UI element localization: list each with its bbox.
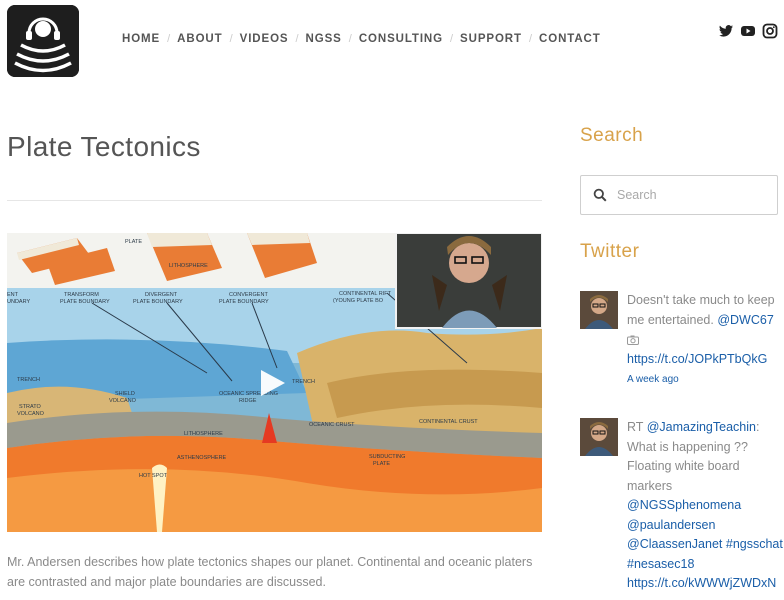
search-box[interactable]: [580, 175, 778, 215]
avatar[interactable]: [580, 418, 618, 456]
label-shield-2: VOLCANO: [109, 398, 137, 404]
nav-support[interactable]: SUPPORT: [460, 33, 522, 45]
tweet-tag[interactable]: @ClaassenJanet: [627, 537, 722, 551]
label-trench-left: TRENCH: [17, 377, 40, 383]
label-oceanic-crust: OCEANIC CRUST: [309, 422, 355, 428]
search-heading: Search: [580, 125, 644, 146]
nav-separator: /: [295, 33, 299, 45]
tweet-tag[interactable]: #ngsschat: [726, 537, 783, 551]
label-shield: SHIELD: [115, 391, 135, 397]
nav-separator: /: [167, 33, 171, 45]
label-ent: ENT: [7, 292, 19, 298]
label-transform-2: PLATE BOUNDARY: [60, 299, 110, 305]
label-convergent: CONVERGENT: [229, 292, 268, 298]
nav-consulting[interactable]: CONSULTING: [359, 33, 443, 45]
post-description: Mr. Andersen describes how plate tectoni…: [7, 555, 533, 589]
youtube-icon[interactable]: [740, 23, 756, 39]
tweet-mention[interactable]: @DWC67: [717, 313, 773, 327]
label-trench-right: TRENCH: [292, 379, 315, 385]
tweet-link[interactable]: https://t.co/kWWWjZWDxN: [627, 576, 776, 590]
tweet-tag[interactable]: @paulandersen: [627, 518, 715, 532]
headphones-logo-icon: [7, 5, 79, 77]
tweet-body: RT @JamazingTeachin: What is happening ?…: [627, 418, 784, 594]
label-lithosphere-top: LITHOSPHERE: [169, 263, 208, 269]
label-lithosphere: LITHOSPHERE: [184, 431, 223, 437]
tweet-link[interactable]: https://t.co/JOPkPTbQkG: [627, 352, 767, 366]
instagram-icon[interactable]: [762, 23, 778, 39]
tweet-mention[interactable]: @JamazingTeachin: [647, 420, 756, 434]
search-icon: [593, 188, 607, 202]
nav-videos[interactable]: VIDEOS: [240, 33, 289, 45]
site-logo[interactable]: [7, 5, 79, 77]
twitter-icon[interactable]: [718, 23, 734, 39]
label-subducting-2: PLATE: [373, 461, 390, 467]
label-continental-2: (YOUNG PLATE BO: [333, 298, 384, 304]
label-strato-2: VOLCANO: [17, 411, 45, 417]
tweet-tag[interactable]: @NGSSphenomena: [627, 498, 741, 512]
label-asthenosphere: ASTHENOSPHERE: [177, 455, 227, 461]
twitter-heading: Twitter: [580, 241, 640, 262]
label-subducting: SUBDUCTING: [369, 454, 405, 460]
nav-separator: /: [449, 33, 454, 45]
nav-ngss[interactable]: NGSS: [306, 33, 342, 45]
search-input[interactable]: [617, 188, 767, 202]
label-transform: TRANSFORM: [64, 292, 99, 298]
main-nav: HOME / ABOUT / VIDEOS / NGSS / CONSULTING / S…: [122, 33, 601, 45]
tweet-tag[interactable]: #nesasec18: [627, 557, 694, 571]
label-strato: STRATO: [19, 404, 42, 410]
label-plate: PLATE: [125, 239, 142, 245]
nav-separator: /: [229, 33, 233, 45]
video-player[interactable]: PLATE LITHOSPHERE TRANSFORM PLATE BOUNDA…: [7, 233, 542, 532]
tweet-prefix: RT: [627, 420, 647, 434]
label-continental: CONTINENTAL RIFT: [339, 291, 392, 297]
nav-separator: /: [528, 33, 533, 45]
label-divergent-2: PLATE BOUNDARY: [133, 299, 183, 305]
nav-contact[interactable]: CONTACT: [539, 33, 601, 45]
page-title: Plate Tectonics: [7, 131, 201, 162]
label-divergent: DIVERGENT: [145, 292, 178, 298]
camera-icon: [627, 335, 639, 345]
label-convergent-2: PLATE BOUNDARY: [219, 299, 269, 305]
play-icon[interactable]: [261, 370, 285, 396]
tweet-body: Doesn't take much to keep me entertained…: [627, 291, 784, 390]
avatar[interactable]: [580, 291, 618, 329]
nav-home[interactable]: HOME: [122, 33, 160, 45]
social-links: [718, 23, 778, 39]
label-hot-spot: HOT SPOT: [139, 473, 168, 479]
nav-about[interactable]: ABOUT: [177, 33, 222, 45]
tweet-timestamp[interactable]: A week ago: [627, 370, 784, 390]
label-undary: UNDARY: [7, 299, 30, 305]
label-continental-crust: CONTINENTAL CRUST: [419, 419, 478, 425]
label-ridge: RIDGE: [239, 398, 257, 404]
title-divider: [7, 200, 542, 201]
nav-separator: /: [348, 33, 352, 45]
